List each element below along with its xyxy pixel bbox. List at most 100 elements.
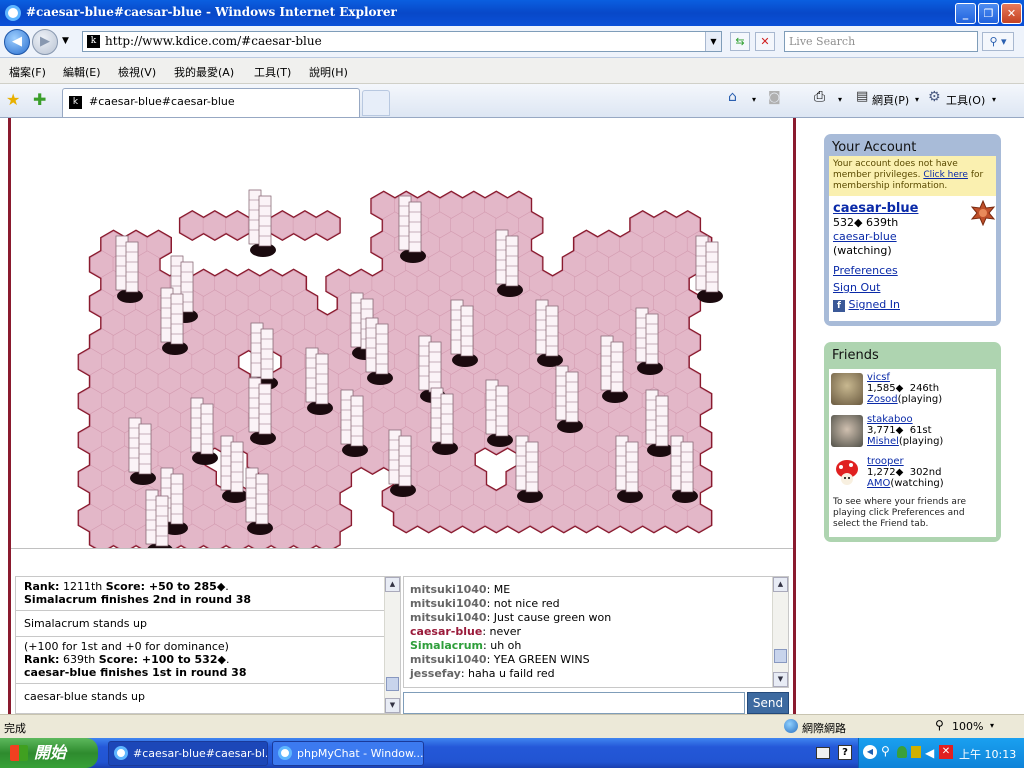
- dice-stack[interactable]: [260, 328, 274, 380]
- tray-network-icon[interactable]: ⚲: [881, 744, 890, 758]
- menu-view[interactable]: 檢視(V): [118, 64, 156, 80]
- dice-stack[interactable]: [565, 371, 579, 423]
- account-subname-link[interactable]: caesar-blue: [833, 230, 992, 244]
- home-icon[interactable]: ⌂: [728, 89, 737, 105]
- friend-avatar[interactable]: [831, 373, 863, 405]
- chat-input[interactable]: [403, 692, 745, 714]
- friend-player-link[interactable]: Mishel: [867, 436, 899, 447]
- dice-stack[interactable]: [138, 423, 152, 475]
- restore-button[interactable]: ❐: [978, 3, 999, 24]
- log-scrollbar[interactable]: ▲ ▼: [384, 577, 400, 713]
- friend-player-link[interactable]: Zosod: [867, 394, 898, 405]
- help-icon[interactable]: ?: [838, 745, 852, 760]
- scroll-thumb[interactable]: [774, 649, 787, 663]
- preferences-link[interactable]: Preferences: [833, 264, 992, 278]
- tray-volume-icon[interactable]: ◀: [925, 746, 934, 760]
- tray-messenger-icon[interactable]: [897, 746, 907, 758]
- close-button[interactable]: ✕: [1001, 3, 1022, 24]
- address-dropdown-icon[interactable]: ▼: [705, 32, 721, 51]
- tray-security-icon[interactable]: [911, 746, 921, 758]
- menu-edit[interactable]: 編輯(E): [63, 64, 101, 80]
- search-icon[interactable]: ⚲ ▾: [982, 32, 1014, 51]
- print-dropdown-icon[interactable]: ▾: [838, 95, 842, 104]
- menu-favorites[interactable]: 我的最愛(A): [174, 64, 234, 80]
- scroll-thumb[interactable]: [386, 677, 399, 691]
- dice-stack[interactable]: [200, 403, 214, 455]
- taskbar-item-ie[interactable]: #caesar-blue#caesar-bl...: [108, 741, 268, 766]
- print-icon[interactable]: ⎙: [814, 89, 825, 105]
- zoom-icon[interactable]: ⚲: [935, 718, 944, 732]
- dice-stack[interactable]: [610, 341, 624, 393]
- feeds-icon[interactable]: ◙: [768, 90, 781, 105]
- scroll-down-icon[interactable]: ▼: [385, 698, 400, 713]
- home-dropdown-icon[interactable]: ▾: [752, 95, 756, 104]
- page-dropdown-icon[interactable]: ▾: [915, 95, 919, 104]
- dice-stack[interactable]: [655, 395, 669, 447]
- dice-stack[interactable]: [625, 441, 639, 493]
- dice-stack[interactable]: [525, 441, 539, 493]
- chat-username[interactable]: mitsuki1040: [410, 653, 487, 666]
- chat-username[interactable]: mitsuki1040: [410, 597, 487, 610]
- membership-link[interactable]: Click here: [923, 170, 968, 180]
- dice-stack[interactable]: [408, 201, 422, 253]
- favorites-star-icon[interactable]: ★: [6, 90, 20, 109]
- friend-avatar[interactable]: [831, 415, 863, 447]
- menu-tools[interactable]: 工具(T): [254, 64, 291, 80]
- new-tab-button[interactable]: [362, 90, 390, 116]
- chat-username[interactable]: Simalacrum: [410, 639, 483, 652]
- chat-username[interactable]: jessefay: [410, 667, 461, 680]
- account-username[interactable]: caesar-blue: [833, 202, 992, 216]
- dice-stack[interactable]: [545, 305, 559, 357]
- stop-icon[interactable]: ✕: [755, 32, 775, 51]
- back-button[interactable]: ◀: [4, 29, 30, 55]
- friend-name-link[interactable]: trooper: [867, 456, 944, 467]
- send-button[interactable]: Send: [747, 692, 789, 714]
- start-button[interactable]: 開始: [0, 738, 98, 768]
- zoom-level[interactable]: 100%: [952, 720, 983, 733]
- dice-stack[interactable]: [705, 241, 719, 293]
- friend-name-link[interactable]: stakaboo: [867, 414, 943, 425]
- dice-stack[interactable]: [125, 241, 139, 293]
- signed-in-link[interactable]: Signed In: [849, 298, 900, 311]
- sign-out-link[interactable]: Sign Out: [833, 281, 992, 295]
- chat-username[interactable]: mitsuki1040: [410, 583, 487, 596]
- page-menu[interactable]: 網頁(P): [872, 92, 909, 108]
- dice-stack[interactable]: [440, 393, 454, 445]
- scroll-up-icon[interactable]: ▲: [385, 577, 400, 592]
- dice-stack[interactable]: [155, 495, 169, 547]
- tools-dropdown-icon[interactable]: ▾: [992, 95, 996, 104]
- dice-stack[interactable]: [258, 195, 272, 247]
- chat-scrollbar[interactable]: ▲ ▼: [772, 577, 788, 687]
- friend-name-link[interactable]: vicsf: [867, 372, 942, 383]
- keyboard-icon[interactable]: [816, 747, 830, 759]
- dice-stack[interactable]: [680, 441, 694, 493]
- dice-stack[interactable]: [258, 383, 272, 435]
- dice-stack[interactable]: [428, 341, 442, 393]
- taskbar-item-phpmychat[interactable]: phpMyChat - Window...: [272, 741, 424, 766]
- friend-avatar[interactable]: [831, 457, 863, 489]
- history-dropdown-icon[interactable]: ▼: [62, 36, 69, 46]
- friend-player-link[interactable]: AMO: [867, 478, 890, 489]
- dice-stack[interactable]: [398, 435, 412, 487]
- tray-expand-icon[interactable]: ◀: [863, 745, 877, 759]
- minimize-button[interactable]: _: [955, 3, 976, 24]
- menu-file[interactable]: 檔案(F): [9, 64, 46, 80]
- dice-stack[interactable]: [255, 473, 269, 525]
- dice-stack[interactable]: [315, 353, 329, 405]
- scroll-down-icon[interactable]: ▼: [773, 672, 788, 687]
- dice-stack[interactable]: [505, 235, 519, 287]
- tab-current[interactable]: k #caesar-blue#caesar-blue: [62, 88, 360, 117]
- search-input[interactable]: Live Search: [784, 31, 978, 52]
- dice-stack[interactable]: [170, 473, 184, 525]
- dice-stack[interactable]: [230, 441, 244, 493]
- scroll-up-icon[interactable]: ▲: [773, 577, 788, 592]
- refresh-icon[interactable]: ⇆: [730, 32, 750, 51]
- board-map[interactable]: [11, 118, 793, 557]
- chat-username[interactable]: caesar-blue: [410, 625, 482, 638]
- dice-stack[interactable]: [375, 323, 389, 375]
- zoom-dropdown-icon[interactable]: ▾: [990, 721, 994, 730]
- add-favorite-icon[interactable]: ✚: [33, 90, 46, 109]
- address-field[interactable]: k http://www.kdice.com/#caesar-blue ▼: [82, 31, 722, 52]
- menu-help[interactable]: 說明(H): [309, 64, 348, 80]
- dice-stack[interactable]: [645, 313, 659, 365]
